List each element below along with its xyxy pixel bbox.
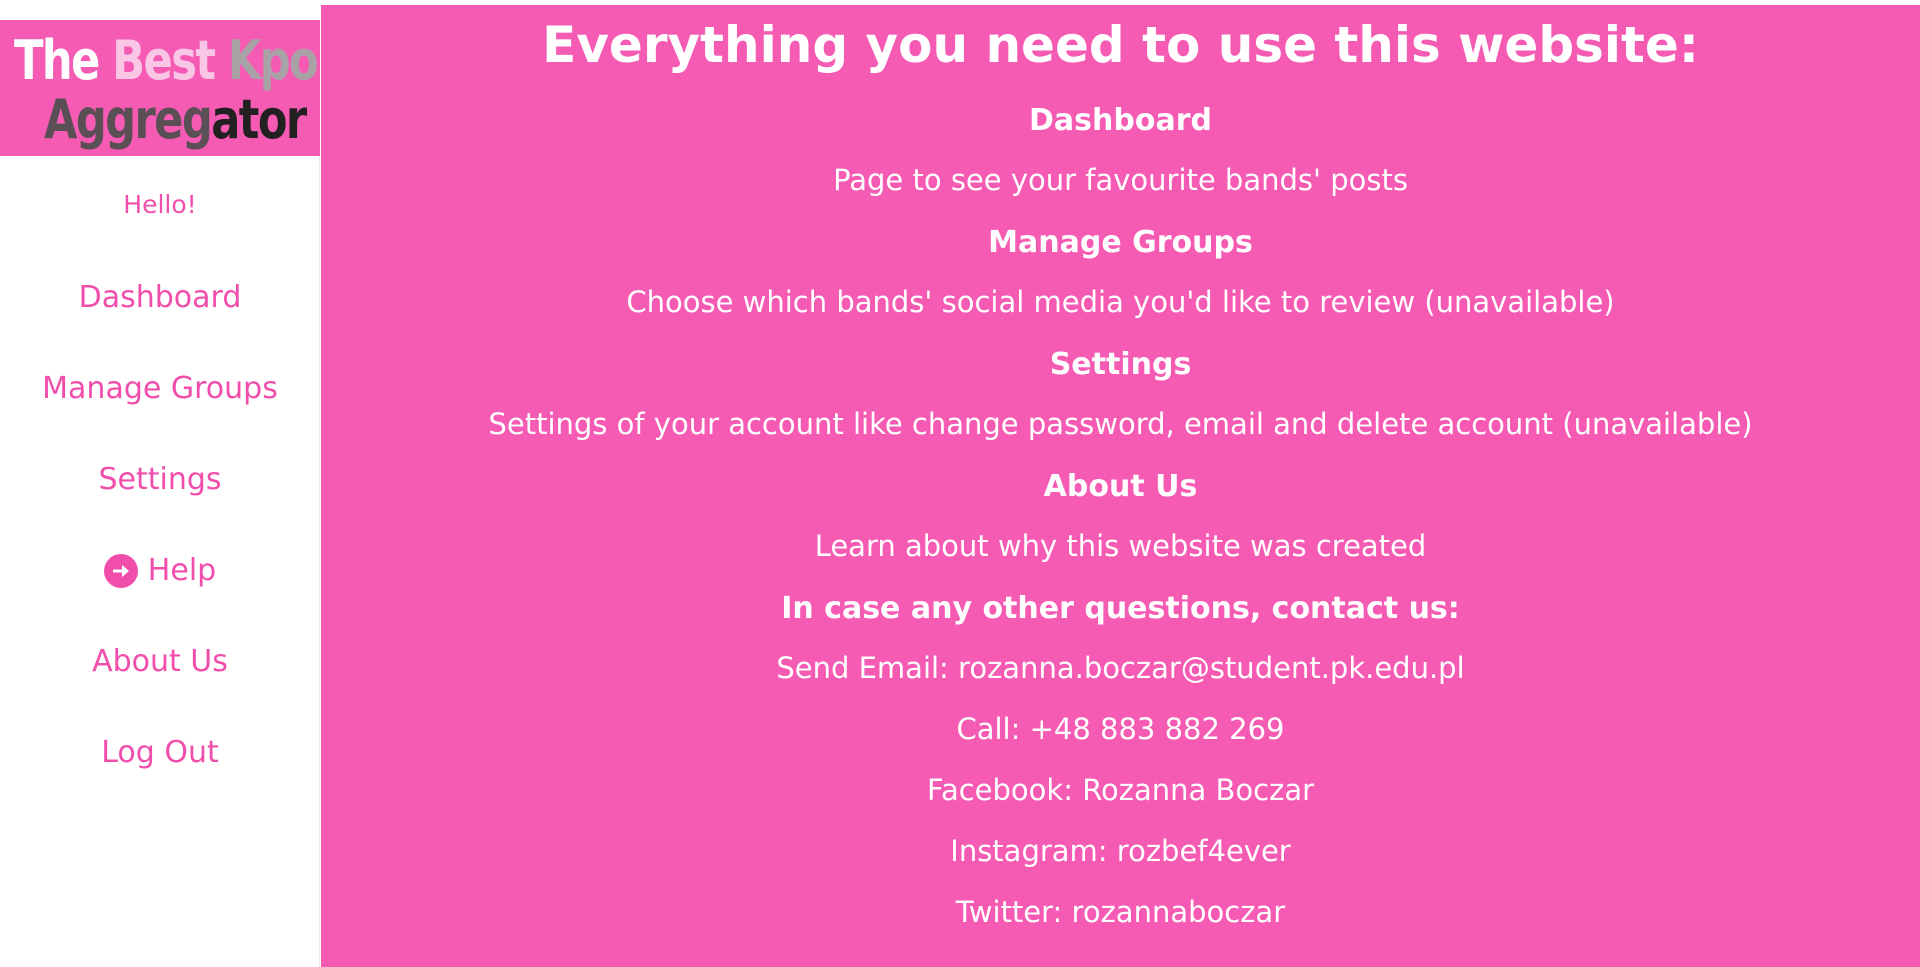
logo-word-aggreg: Aggreg (44, 88, 213, 151)
contact-twitter: Twitter: rozannaboczar (955, 895, 1286, 929)
logo-word-ator: ator (211, 88, 307, 151)
logo-line-2: Aggregator (44, 93, 307, 147)
site-logo[interactable]: The Best Kpop Aggregator (0, 20, 320, 156)
nav-settings-label: Settings (98, 462, 222, 497)
nav-help-label: Help (147, 553, 217, 588)
section-heading-dashboard: Dashboard (1029, 103, 1212, 138)
nav-settings[interactable]: Settings (0, 462, 320, 497)
contact-email: Send Email: rozanna.boczar@student.pk.ed… (776, 651, 1465, 685)
nav-log-out[interactable]: Log Out (0, 735, 320, 770)
section-heading-about-us: About Us (1043, 469, 1198, 504)
section-text-settings: Settings of your account like change pas… (488, 407, 1753, 441)
nav-dashboard[interactable]: Dashboard (0, 280, 320, 315)
nav-log-out-label: Log Out (101, 735, 219, 770)
sidebar: The Best Kpop Aggregator Hello! Dashboar… (0, 20, 320, 967)
arrow-right-circle-icon (103, 553, 138, 588)
page-title: Everything you need to use this website: (542, 16, 1699, 74)
logo-word-the: The (14, 29, 100, 92)
nav-manage-groups-label: Manage Groups (42, 371, 278, 406)
contact-heading: In case any other questions, contact us: (781, 591, 1460, 626)
help-content: Everything you need to use this website:… (321, 5, 1920, 967)
contact-phone: Call: +48 883 882 269 (956, 712, 1285, 746)
nav-manage-groups[interactable]: Manage Groups (0, 371, 320, 406)
section-text-about-us: Learn about why this website was created (814, 529, 1427, 563)
logo-word-kpop: Kpop (227, 29, 320, 92)
nav-dashboard-label: Dashboard (78, 280, 242, 315)
contact-instagram: Instagram: rozbef4ever (950, 834, 1291, 868)
contact-facebook: Facebook: Rozanna Boczar (926, 773, 1315, 807)
logo-line-1: The Best Kpop (14, 34, 320, 88)
nav-about-us-label: About Us (92, 644, 228, 679)
nav-about-us[interactable]: About Us (0, 644, 320, 679)
logo-word-best: Best (112, 29, 216, 92)
section-text-manage-groups: Choose which bands' social media you'd l… (626, 285, 1615, 319)
greeting-text: Hello! (123, 190, 197, 219)
section-heading-settings: Settings (1049, 347, 1192, 382)
section-text-dashboard: Page to see your favourite bands' posts (833, 163, 1408, 197)
nav-help[interactable]: Help (0, 553, 320, 588)
section-heading-manage-groups: Manage Groups (988, 225, 1253, 260)
